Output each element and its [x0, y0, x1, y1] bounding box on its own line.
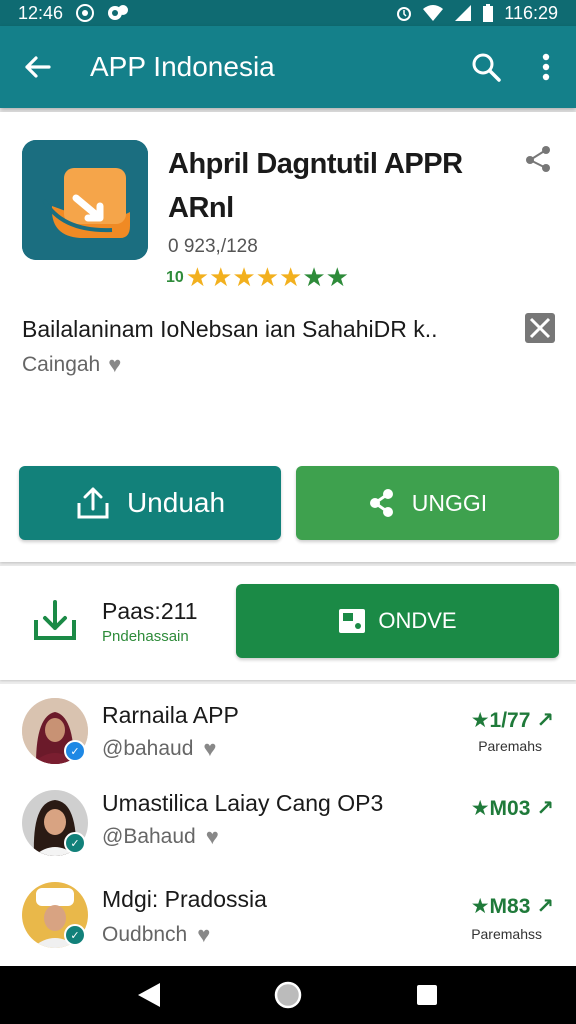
list-item[interactable]: ✓ Umastilica Laiay Cang OP3 @Bahaud ♥ ★M…: [0, 778, 576, 872]
developer-row: Caingah ♥: [22, 352, 121, 378]
list-item-caption: Paremahss: [471, 926, 542, 942]
upload-icon: [77, 487, 109, 519]
back-button[interactable]: [0, 26, 74, 108]
arrow-back-icon: [25, 56, 51, 78]
list-item-subtitle: @Bahaud ♥: [102, 824, 219, 850]
list-item-subtitle: Oudbnch ♥: [102, 922, 210, 948]
image-box-icon: [339, 609, 366, 633]
nav-recents-button[interactable]: [407, 975, 447, 1015]
list-item-handle: @Bahaud: [102, 825, 196, 848]
heart-icon[interactable]: ♥: [206, 824, 219, 850]
status-time-left: 12:46: [18, 2, 64, 23]
list-item-caption: Paremahs: [478, 738, 542, 754]
more-vert-icon: [542, 53, 550, 81]
green-stars: ★★: [302, 262, 349, 292]
list-item-rating-value: ★1/77: [470, 709, 531, 732]
heart-icon[interactable]: ♥: [108, 352, 121, 378]
heart-icon[interactable]: ♥: [197, 922, 210, 948]
nav-home-button[interactable]: [268, 975, 308, 1015]
home-circle-icon: [274, 981, 302, 1009]
list-item-title: Mdgi: Pradossia: [102, 886, 267, 912]
heart-icon[interactable]: ♥: [203, 736, 216, 762]
alarm-icon: [396, 4, 412, 22]
app-detail-card: Ahpril Dagntutil APPR ARnl 0 923,/128 10…: [0, 112, 576, 562]
close-box-icon: [525, 313, 555, 343]
notification-icon: [75, 3, 95, 23]
list-item[interactable]: ✓ Mdgi: Pradossia Oudbnch ♥ ★M83 ↗ Parem…: [0, 872, 576, 966]
app-logo-icon: [22, 140, 148, 260]
rating-row: 10 ★★★★★ ★★: [166, 262, 349, 293]
rating-label: 10: [166, 268, 184, 286]
share-button[interactable]: [520, 144, 556, 180]
trend-icon: ↗: [536, 709, 554, 732]
online-button[interactable]: ONDVE: [236, 584, 559, 658]
list-item-title: Rarnaila APP: [102, 702, 239, 728]
recents-square-icon: [416, 985, 437, 1005]
app-bar-title: APP Indonesia: [90, 51, 275, 82]
verified-badge-icon: ✓: [64, 832, 86, 854]
list-item-subtitle: @bahaud ♥: [102, 736, 216, 762]
related-apps-list: ✓ Rarnaila APP @bahaud ♥ ★1/77 ↗ Paremah…: [0, 684, 576, 966]
pages-section: Paas:211 Pndehassain ONDVE: [0, 566, 576, 680]
back-triangle-icon: [138, 983, 161, 1007]
status-time-right: 116:29: [504, 2, 558, 23]
list-item-rating: ★M83 ↗: [471, 894, 554, 919]
wifi-icon: [422, 4, 444, 22]
app-bar: APP Indonesia: [0, 26, 576, 108]
status-bar: 12:46 116:29: [0, 0, 576, 26]
signal-icon: [454, 4, 472, 22]
list-item-title: Umastilica Laiay Cang OP3: [102, 790, 384, 816]
share-app-button[interactable]: UNGGI: [296, 466, 559, 540]
share-nodes-icon: [369, 489, 393, 517]
trend-icon: ↗: [536, 895, 554, 918]
list-item-rating: ★M03 ↗: [471, 796, 554, 821]
install-count: 0 923,/128: [168, 236, 258, 257]
app-name-line-2: ARnl: [168, 192, 234, 224]
share-icon: [526, 146, 550, 172]
search-icon: [472, 53, 501, 82]
app-name-line-1: Ahpril Dagntutil APPR: [168, 148, 463, 180]
dismiss-button[interactable]: [524, 312, 556, 344]
list-item-rating-value: ★M03: [470, 797, 531, 820]
app-notification-icon: [107, 3, 129, 23]
search-button[interactable]: [456, 26, 516, 108]
download-button-label: Unduah: [126, 487, 226, 518]
pages-count: Paas:211: [102, 598, 198, 624]
list-item-rating-value: ★M83: [470, 895, 531, 918]
list-item-rating: ★1/77 ↗: [471, 708, 554, 733]
gold-stars: ★★★★★: [185, 262, 303, 292]
app-icon[interactable]: [22, 140, 148, 260]
list-item-handle: Oudbnch: [102, 923, 188, 946]
download-tray-icon: [28, 594, 82, 648]
nav-back-button[interactable]: [129, 975, 169, 1015]
app-name: Ahpril Dagntutil APPR ARnl: [168, 142, 498, 230]
trend-icon: ↗: [536, 797, 554, 820]
system-nav-bar: [0, 966, 576, 1024]
list-item[interactable]: ✓ Rarnaila APP @bahaud ♥ ★1/77 ↗ Paremah…: [0, 684, 576, 778]
pages-subtitle: Pndehassain: [102, 628, 189, 645]
share-app-button-label: UNGGI: [411, 489, 488, 516]
verified-badge-icon: ✓: [64, 740, 86, 762]
battery-icon: [482, 3, 494, 23]
download-button[interactable]: Unduah: [19, 466, 281, 540]
online-button-label: ONDVE: [378, 608, 457, 633]
more-options-button[interactable]: [516, 26, 576, 108]
list-item-handle: @bahaud: [102, 737, 194, 760]
verified-badge-icon: ✓: [64, 924, 86, 946]
app-description: Bailalaninam IoNebsan ian SahahiDR k..: [22, 316, 438, 342]
developer-name: Caingah: [22, 353, 101, 376]
